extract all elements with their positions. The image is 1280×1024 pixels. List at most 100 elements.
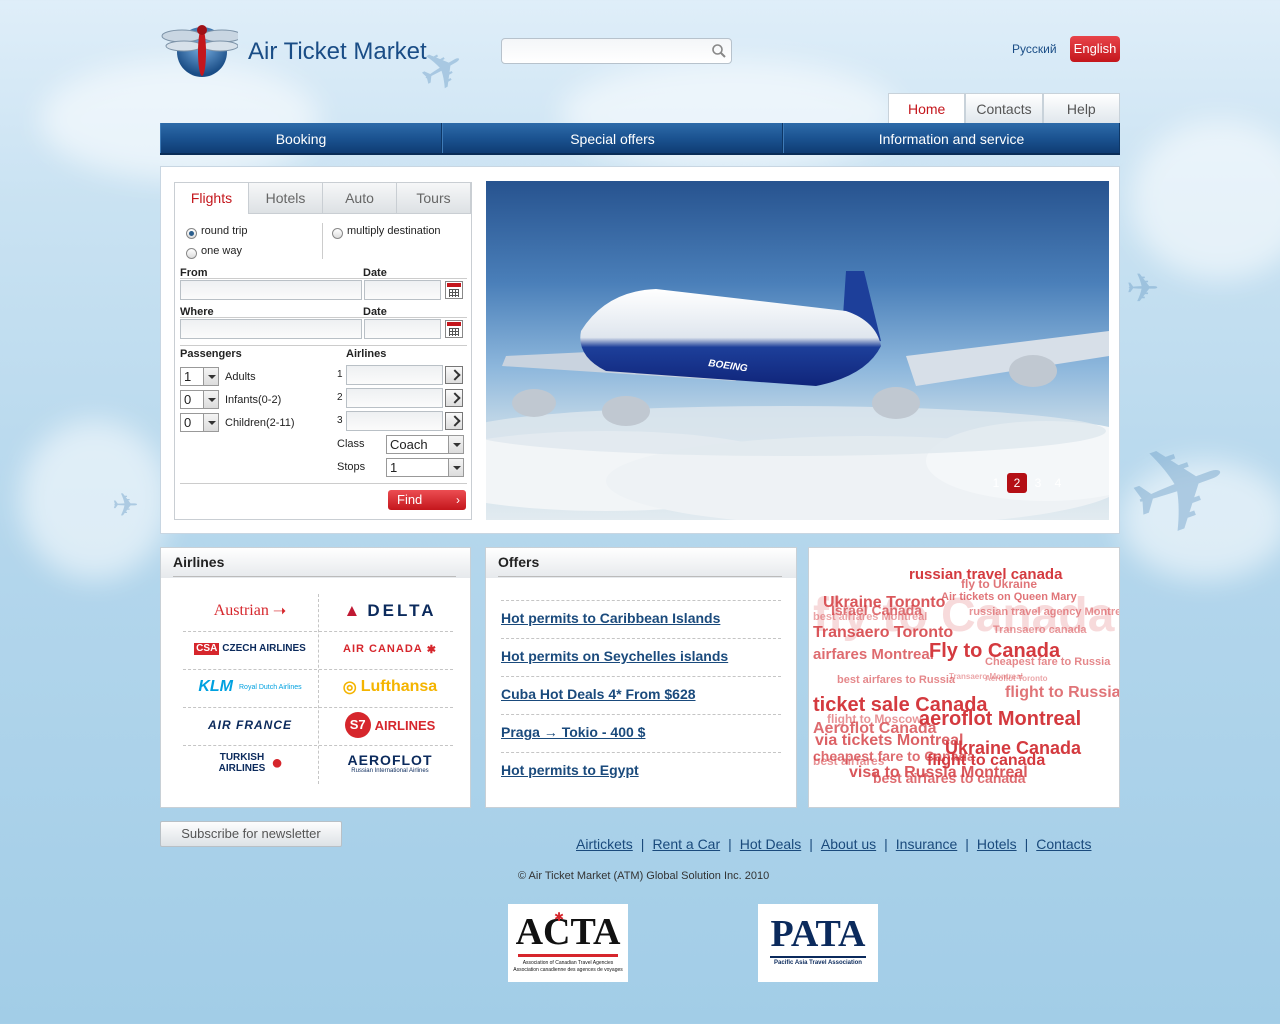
footer-link-hot-deals[interactable]: Hot Deals [734, 836, 807, 852]
air-france-logo[interactable]: AIR FRANCE [183, 708, 317, 742]
footer-link-hotels[interactable]: Hotels [971, 836, 1023, 852]
cloud-tag[interactable]: flight to Russia [1005, 684, 1119, 702]
turkish-airlines-logo[interactable]: TURKISH AIRLINES ● [183, 746, 317, 780]
infants-select[interactable]: 0 [180, 390, 219, 409]
airline-num: 3 [337, 415, 343, 426]
lang-english-button[interactable]: English [1070, 36, 1120, 62]
air-canada-logo[interactable]: AIR CANADA ✱ [323, 632, 457, 666]
tab-contacts[interactable]: Contacts [965, 93, 1043, 124]
airline-picker-icon[interactable] [445, 389, 463, 407]
cloud-tag[interactable]: aeroflot Montreal [919, 708, 1081, 731]
pata-wordmark: PATA [770, 913, 866, 955]
tab-tours[interactable]: Tours [397, 183, 471, 214]
airlines-label: Airlines [346, 348, 387, 360]
footer-link-contacts[interactable]: Contacts [1030, 836, 1097, 852]
separator: | [809, 836, 813, 852]
search-input[interactable] [502, 39, 702, 63]
bg-cloud [20, 420, 170, 580]
cloud-tag[interactable]: Aeroflot Toronto [985, 674, 1048, 683]
cloud-tag[interactable]: fly to Canada [813, 588, 1114, 643]
class-label: Class [337, 438, 365, 450]
calendar-icon[interactable] [445, 320, 463, 338]
czech-airlines-logo[interactable]: CSA CZECH AIRLINES [183, 632, 317, 666]
acta-rule [518, 954, 618, 957]
delta-triangle-icon: ▲ [343, 601, 364, 620]
footer-link-rent-a-car[interactable]: Rent a Car [646, 836, 726, 852]
divider [322, 223, 323, 259]
airline-1-input[interactable] [346, 365, 443, 385]
search-icon[interactable] [711, 43, 727, 59]
acta-line2: Association canadienne des agences de vo… [513, 967, 623, 973]
stops-value: 1 [390, 460, 398, 475]
copyright: © Air Ticket Market (ATM) Global Solutio… [518, 870, 770, 882]
slider-page-1[interactable]: 1 [986, 473, 1006, 493]
offer-item: Hot permits to Caribbean Islands [501, 600, 781, 638]
klm-logo[interactable]: KLM Royal Dutch Airlines [183, 670, 317, 704]
divider [173, 576, 456, 577]
slider-page-3[interactable]: 3 [1028, 473, 1048, 493]
class-select[interactable]: Coach [386, 435, 464, 454]
offer-link[interactable]: Praga → Tokio - 400 $ [501, 724, 645, 740]
airline-picker-icon[interactable] [445, 366, 463, 384]
footer-link-about-us[interactable]: About us [815, 836, 882, 852]
lang-russian-link[interactable]: Русский [1012, 42, 1057, 56]
bg-plane-icon: ✈ [1126, 267, 1160, 311]
tab-flights[interactable]: Flights [175, 183, 249, 214]
slider-page-2[interactable]: 2 [1007, 473, 1027, 493]
footer-link-airtickets[interactable]: Airtickets [570, 836, 639, 852]
aeroflot-logo[interactable]: AEROFLOT Russian International Airlines [323, 746, 457, 780]
air-france-text: AIR FRANCE [208, 718, 292, 732]
slider-page-4[interactable]: 4 [1048, 473, 1068, 493]
calendar-icon[interactable] [445, 281, 463, 299]
s7-airlines-logo[interactable]: S7 AIRLINES [323, 708, 457, 742]
tab-hotels[interactable]: Hotels [249, 183, 323, 214]
lufthansa-logo[interactable]: ◎ Lufthansa [323, 670, 457, 704]
children-label: Children(2-11) [225, 417, 295, 429]
tab-help[interactable]: Help [1042, 93, 1120, 124]
cloud-tag[interactable]: best airfares to Russia [837, 674, 955, 686]
top-tabs: Home Contacts Help [888, 93, 1120, 124]
cloud-tag[interactable]: Cheapest fare to Russia [985, 656, 1110, 668]
airlines-title: Airlines [161, 548, 470, 578]
offer-link[interactable]: Hot permits on Seychelles islands [501, 648, 728, 664]
return-date-input[interactable] [364, 319, 441, 339]
dragonfly-logo-icon[interactable] [160, 22, 243, 80]
klm-subtitle: Royal Dutch Airlines [239, 683, 302, 691]
tab-home[interactable]: Home [888, 93, 966, 124]
airline-picker-icon[interactable] [445, 412, 463, 430]
banner-slider[interactable]: BOEING 1 2 3 4 [486, 181, 1109, 520]
subscribe-newsletter-button[interactable]: Subscribe for newsletter [160, 821, 342, 847]
nav-information-service[interactable]: Information and service [783, 123, 1120, 153]
stops-select[interactable]: 1 [386, 458, 464, 477]
delta-logo[interactable]: ▲ DELTA [323, 594, 457, 628]
footer-link-insurance[interactable]: Insurance [890, 836, 963, 852]
nav-special-offers[interactable]: Special offers [442, 123, 783, 153]
search-box[interactable] [501, 38, 732, 64]
acta-wordmark: ACTA [515, 911, 621, 953]
airline-3-input[interactable] [346, 411, 443, 431]
depart-date-input[interactable] [364, 280, 441, 300]
airline-2-input[interactable] [346, 388, 443, 408]
cloud-tag[interactable]: airfares Montreal [813, 646, 934, 663]
separator: | [1024, 836, 1029, 852]
offer-link[interactable]: Hot permits to Caribbean Islands [501, 610, 720, 626]
site-title[interactable]: Air Ticket Market [248, 38, 427, 66]
from-input[interactable] [180, 280, 362, 300]
austrian-logo[interactable]: Austrian ➝ [183, 594, 317, 628]
offer-link[interactable]: Cuba Hot Deals 4* From $628 [501, 686, 696, 702]
pata-logo[interactable]: PATA Pacific Asia Travel Association [758, 904, 878, 982]
offer-link[interactable]: Hot permits to Egypt [501, 762, 639, 778]
find-button[interactable]: Find [388, 490, 466, 510]
cloud-tag[interactable]: best airfares to canada [873, 770, 1026, 786]
tab-auto[interactable]: Auto [323, 183, 397, 214]
adults-select[interactable]: 1 [180, 367, 219, 386]
footer-nav: Airtickets | Rent a Car | Hot Deals | About… [570, 836, 1098, 852]
austrian-text: Austrian [213, 602, 269, 619]
round-trip-radio[interactable] [186, 228, 197, 239]
acta-logo[interactable]: ACTA ✱ Association of Canadian Travel Ag… [508, 904, 628, 982]
where-input[interactable] [180, 319, 362, 339]
multi-destination-radio[interactable] [332, 228, 343, 239]
one-way-radio[interactable] [186, 248, 197, 259]
children-select[interactable]: 0 [180, 413, 219, 432]
nav-booking[interactable]: Booking [160, 123, 442, 153]
